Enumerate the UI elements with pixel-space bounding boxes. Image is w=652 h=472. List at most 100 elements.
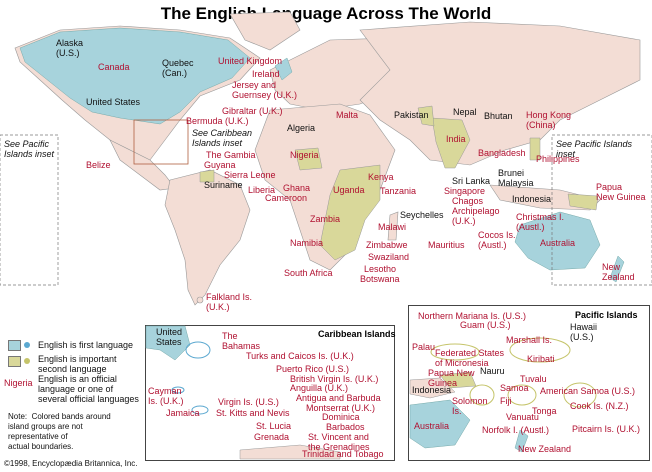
label-zambia: Zambia [310, 214, 341, 224]
label-ghana: Ghana [283, 183, 311, 193]
label-sri-lanka: Sri Lanka [452, 176, 491, 186]
carib-trinidad: Trinidad and Tobago [302, 449, 384, 459]
label-bermuda: Bermuda (U.K.) [186, 116, 249, 126]
falkland-marker [196, 296, 204, 304]
carib-united-states: United States [156, 327, 183, 347]
label-bangladesh: Bangladesh [478, 148, 526, 158]
pac-tuvalu: Tuvalu [520, 374, 547, 384]
pac-new-zealand: New Zealand [518, 444, 572, 454]
legend-swatch-important [8, 356, 21, 367]
label-christmas: Christmas I. (Austl.) [516, 212, 565, 232]
legend-official: English is an official language or one o… [38, 374, 139, 404]
label-brunei: Brunei [498, 168, 525, 178]
label-philippines: Philippines [536, 154, 580, 164]
pac-hawaii: Hawaii (U.S.) [570, 322, 598, 342]
label-jersey: Jersey and Guernsey (U.K.) [232, 80, 298, 100]
pac-micronesia: Federated States of Micronesia [435, 348, 505, 368]
label-zimbabwe: Zimbabwe [366, 240, 408, 250]
copyright: ©1998, Encyclopædia Britannica, Inc. [4, 459, 138, 468]
pac-australia: Australia [414, 421, 450, 431]
label-suriname: Suriname [204, 180, 243, 190]
carib-jamaica: Jamaica [166, 408, 200, 418]
carib-dominica: Dominica [322, 412, 360, 422]
label-south-africa: South Africa [284, 268, 333, 278]
label-gambia: The Gambia [206, 150, 256, 160]
pac-solomon: Solomon Is. [452, 396, 488, 416]
pac-american-samoa: American Samoa (U.S.) [540, 386, 636, 396]
label-uganda: Uganda [333, 185, 365, 195]
label-nigeria: Nigeria [290, 150, 319, 160]
label-algeria: Algeria [287, 123, 316, 133]
carib-barbados: Barbados [326, 422, 365, 432]
label-seychelles: Seychelles [400, 210, 444, 220]
canada-us-blue [19, 27, 251, 125]
carib-bahamas: The Bahamas [222, 331, 261, 351]
label-chagos: Chagos Archipelago (U.K.) [452, 196, 500, 226]
label-swaziland: Swaziland [368, 252, 410, 262]
label-hong-kong: Hong Kong (China) [526, 110, 572, 130]
label-mauritius: Mauritius [428, 240, 465, 250]
label-alaska: Alaska (U.S.) [56, 38, 84, 58]
label-canada: Canada [98, 62, 130, 72]
label-lesotho: Lesotho [364, 264, 397, 274]
pac-palau: Palau [412, 342, 436, 352]
pac-nauru: Nauru [480, 366, 505, 376]
label-kenya: Kenya [368, 172, 394, 182]
label-united-kingdom: United Kingdom [218, 56, 283, 66]
legend-note: Note: Colored bands around island groups… [8, 412, 111, 451]
carib-antigua: Antigua and Barbuda [296, 393, 381, 403]
label-nepal: Nepal [453, 107, 477, 117]
label-malta: Malta [336, 110, 359, 120]
label-singapore: Singapore [444, 186, 486, 196]
label-botswana: Botswana [360, 274, 400, 284]
label-ireland: Ireland [252, 69, 280, 79]
label-namibia: Namibia [290, 238, 324, 248]
label-sierra-leone: Sierra Leone [224, 170, 276, 180]
legend-dot-important [24, 358, 30, 364]
label-pakistan: Pakistan [394, 110, 429, 120]
pac-fiji: Fiji [500, 396, 512, 406]
carib-virgin: Virgin Is. (U.S.) [218, 397, 279, 407]
label-malaysia: Malaysia [498, 178, 534, 188]
label-gibraltar: Gibraltar (U.K.) [222, 106, 283, 116]
label-quebec: Quebec (Can.) [162, 58, 194, 78]
label-see-caribbean: See Caribbean Islands inset [192, 128, 253, 148]
pac-samoa: Samoa [500, 383, 529, 393]
label-falkland: Falkland Is. (U.K.) [206, 292, 253, 312]
label-bhutan: Bhutan [484, 111, 513, 121]
carib-cayman: Cayman Is. (U.K.) [148, 386, 184, 406]
legend-dot-first [24, 342, 30, 348]
legend-swatch-first [8, 340, 21, 351]
carib-st-kitts: St. Kitts and Nevis [216, 408, 290, 418]
label-cameroon: Cameroon [265, 193, 308, 203]
label-australia: Australia [540, 238, 576, 248]
label-guyana: Guyana [204, 160, 236, 170]
label-tanzania: Tanzania [380, 186, 417, 196]
label-indonesia: Indonesia [512, 194, 552, 204]
legend-first: English is first language [38, 340, 134, 350]
legend-official-example: Nigeria [4, 378, 33, 388]
pac-kiribati: Kiribati [527, 354, 555, 364]
pac-pitcairn: Pitcairn Is. (U.K.) [572, 424, 641, 434]
pac-guam: Guam (U.S.) [460, 320, 511, 330]
label-papua: Papua New Guinea [596, 182, 646, 202]
pac-indonesia: Indonesia [412, 385, 452, 395]
greenland-land [229, 11, 301, 51]
south-america-land [164, 169, 251, 306]
label-united-states: United States [86, 97, 141, 107]
pac-norfolk: Norfolk I. (Austl.) [482, 425, 550, 435]
label-malawi: Malawi [378, 222, 407, 232]
carib-anguilla: Anguilla (U.K.) [290, 383, 349, 393]
pac-vanuatu: Vanuatu [506, 412, 539, 422]
legend-important: English is important second language [38, 354, 117, 374]
label-new-zealand: New Zealand [602, 262, 635, 282]
label-india: India [446, 134, 466, 144]
pac-marshall: Marshall Is. [506, 335, 553, 345]
label-cocos: Cocos Is. (Austl.) [478, 230, 516, 250]
carib-grenada: Grenada [254, 432, 290, 442]
carib-puerto-rico: Puerto Rico (U.S.) [276, 364, 350, 374]
caribbean-title: Caribbean Islands [318, 329, 396, 339]
pacific-title: Pacific Islands [575, 310, 638, 320]
carib-turks: Turks and Caicos Is. (U.K.) [246, 351, 354, 361]
label-see-pacific-west: See Pacific Islands inset [4, 139, 55, 159]
